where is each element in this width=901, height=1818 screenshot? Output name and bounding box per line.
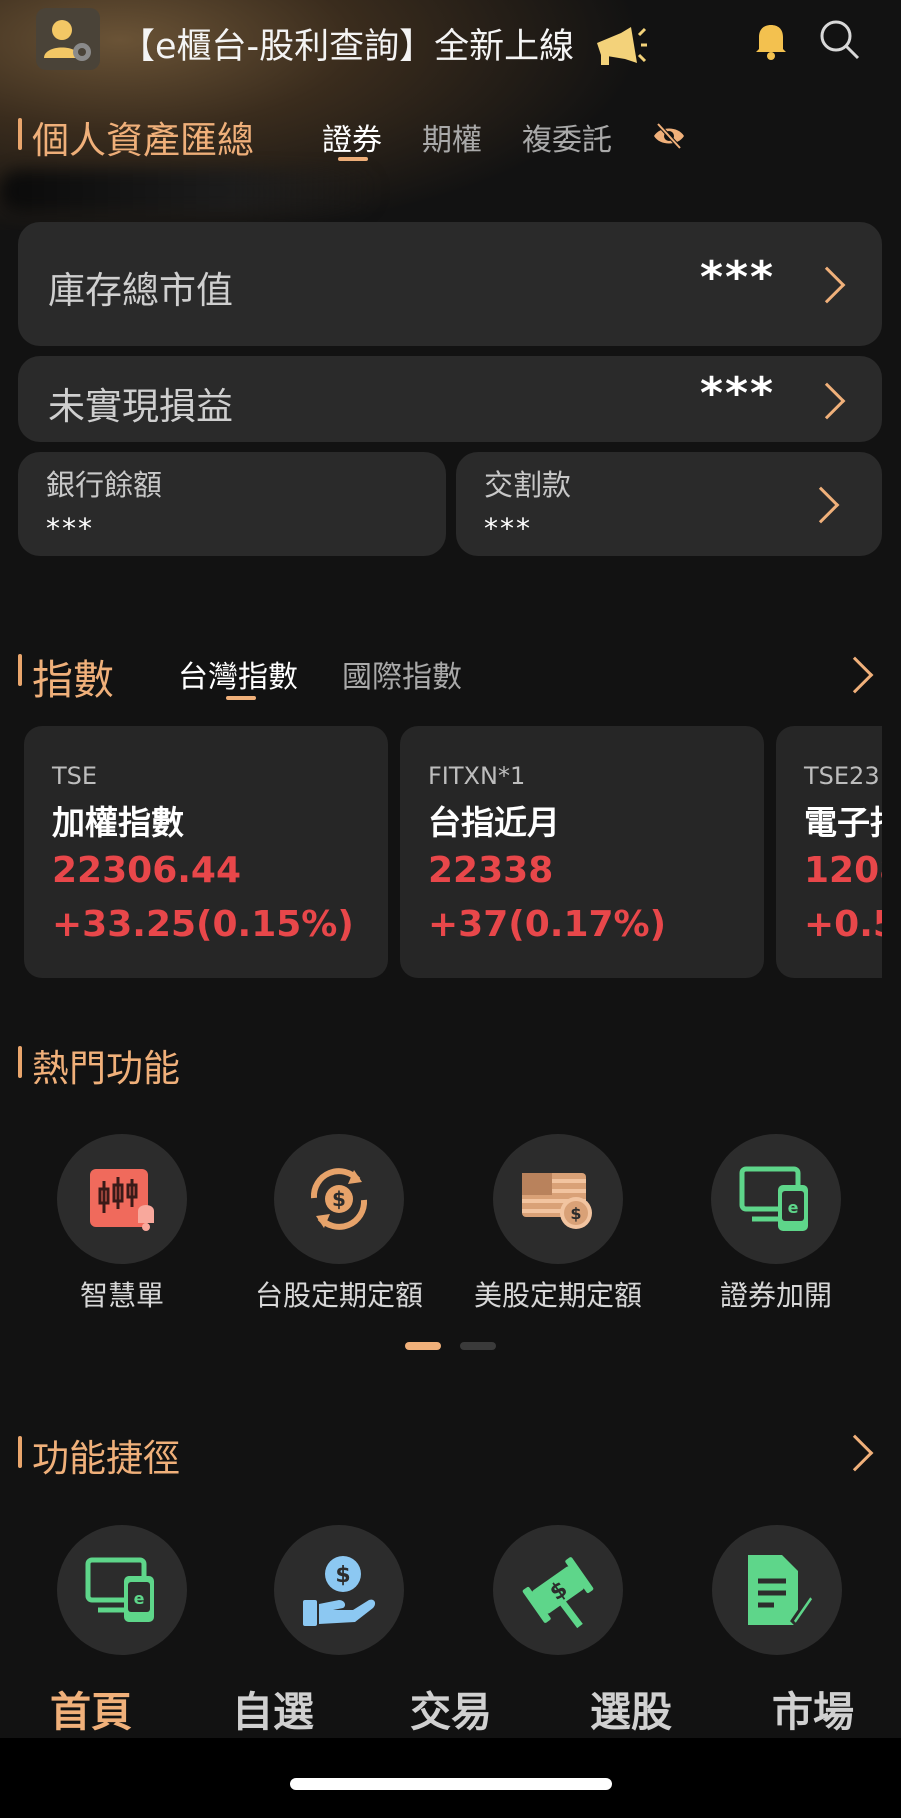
search-icon <box>820 20 860 60</box>
bell-icon <box>756 25 786 60</box>
chevron-right-icon <box>802 486 840 524</box>
chevron-right-icon <box>808 382 846 420</box>
index-name: 台指近月 <box>428 803 560 842</box>
hot-item-label: 美股定期定額 <box>473 1279 642 1312</box>
page-indicator[interactable] <box>460 1342 496 1350</box>
chevron-right-icon <box>808 266 846 304</box>
hot-functions-title: 熱門功能 <box>32 1047 180 1090</box>
assets-title: 個人資產匯總 <box>32 119 254 162</box>
unrealized-pnl-amount: *** <box>700 368 776 419</box>
document-edit-icon <box>748 1555 814 1628</box>
indices-title: 指數 <box>32 656 114 704</box>
announcement-marquee[interactable]: 【e櫃台-股利查詢】全新上線 <box>120 18 648 71</box>
tab-futures-options[interactable]: 期權 <box>422 115 482 159</box>
index-change: +37(0.17%) <box>428 904 667 945</box>
index-change: +0.5 <box>804 904 882 945</box>
icon-circle <box>57 1134 187 1264</box>
section-marker <box>18 654 22 686</box>
shortcut-securities-open[interactable]: e <box>57 1525 187 1655</box>
recurring-dollar-icon: $ <box>310 1168 368 1230</box>
unrealized-pnl-label: 未實現損益 <box>48 385 233 428</box>
index-code: TSE <box>52 762 98 790</box>
index-card[interactable]: TSE23 電子指 1208 +0.5 <box>776 726 882 978</box>
hot-item-smart-order[interactable]: 智慧單 <box>22 1134 222 1314</box>
tab-underline <box>226 696 256 700</box>
nav-watchlist[interactable]: 自選 <box>232 1678 314 1738</box>
svg-text:$: $ <box>335 1563 350 1588</box>
nav-market[interactable]: 市場 <box>772 1678 854 1738</box>
settlement-card[interactable]: 交割款 *** <box>456 452 882 556</box>
bank-balance-card[interactable]: 銀行餘額 *** <box>18 452 446 556</box>
settlement-amount: *** <box>484 512 532 545</box>
e-device-icon: e <box>85 1557 154 1622</box>
auction-dollar-icon: $ <box>522 1557 594 1629</box>
notification-button[interactable] <box>748 16 794 62</box>
tab-taiwan-index[interactable]: 台灣指數 <box>178 652 298 696</box>
icon-circle: $ <box>493 1134 623 1264</box>
nav-stock-picker[interactable]: 選股 <box>590 1678 672 1738</box>
nav-trade[interactable]: 交易 <box>410 1678 492 1738</box>
index-change: +33.25(0.15%) <box>52 904 354 945</box>
search-button[interactable] <box>816 16 862 62</box>
index-code: TSE23 <box>804 762 880 790</box>
app-screen: 【e櫃台-股利查詢】全新上線 個人資產匯總 證券 期權 複委託 庫存總市值 **… <box>0 0 901 1818</box>
indices-more-chevron-icon[interactable] <box>836 656 874 694</box>
hot-item-label: 智慧單 <box>79 1279 164 1312</box>
svg-text:e: e <box>788 1198 799 1217</box>
user-settings-icon <box>44 20 91 61</box>
us-flag-coin-icon: $ <box>522 1173 592 1229</box>
index-card[interactable]: TSE 加權指數 22306.44 +33.25(0.15%) <box>24 726 388 978</box>
index-value: 1208 <box>804 850 882 891</box>
tab-international-index[interactable]: 國際指數 <box>342 652 462 696</box>
redacted-account-bar <box>0 170 380 212</box>
candlestick-alert-icon <box>90 1169 154 1231</box>
market-value-card[interactable]: 庫存總市值 *** <box>18 222 882 346</box>
shortcuts-title: 功能捷徑 <box>32 1437 180 1480</box>
index-value: 22306.44 <box>52 850 242 891</box>
hot-item-securities-open[interactable]: e 證券加開 <box>676 1134 876 1314</box>
hot-item-label: 台股定期定額 <box>254 1279 423 1312</box>
index-value: 22338 <box>428 850 554 891</box>
eye-off-icon[interactable] <box>652 122 686 150</box>
svg-text:$: $ <box>570 1204 581 1223</box>
section-marker <box>18 1436 22 1468</box>
home-indicator[interactable] <box>290 1778 612 1790</box>
market-value-label: 庫存總市值 <box>48 269 233 312</box>
index-name: 電子指 <box>804 803 882 842</box>
svg-text:$: $ <box>332 1187 346 1211</box>
svg-text:e: e <box>134 1589 145 1608</box>
hot-item-tw-regular-invest[interactable]: $ 台股定期定額 <box>239 1134 439 1314</box>
shortcut-hand-coin[interactable]: $ <box>274 1525 404 1655</box>
nav-home[interactable]: 首頁 <box>50 1678 132 1738</box>
megaphone-icon <box>597 27 648 65</box>
section-marker <box>18 118 22 150</box>
index-code: FITXN*1 <box>428 762 526 790</box>
hot-item-label: 證券加開 <box>719 1279 832 1312</box>
market-value-amount: *** <box>700 252 776 303</box>
tab-securities[interactable]: 證券 <box>322 115 382 159</box>
shortcuts-more-chevron-icon[interactable] <box>836 1434 874 1472</box>
settlement-label: 交割款 <box>484 468 572 502</box>
unrealized-pnl-card[interactable]: 未實現損益 *** <box>18 356 882 442</box>
shortcut-document[interactable] <box>712 1525 842 1655</box>
bottom-nav: 首頁 自選 交易 選股 市場 <box>0 1664 901 1742</box>
announcement-text: 【e櫃台-股利查詢】全新上線 <box>120 27 575 67</box>
bank-balance-label: 銀行餘額 <box>46 468 163 502</box>
bank-balance-amount: *** <box>46 512 94 545</box>
avatar-settings-button[interactable] <box>36 8 100 70</box>
index-card[interactable]: FITXN*1 台指近月 22338 +37(0.17%) <box>400 726 764 978</box>
page-indicator-active <box>405 1342 441 1350</box>
shortcut-auction[interactable]: $ <box>493 1525 623 1655</box>
section-marker <box>18 1046 22 1078</box>
tab-underline <box>338 157 368 161</box>
icon-circle: $ <box>274 1134 404 1264</box>
hot-item-us-regular-invest[interactable]: $ 美股定期定額 <box>458 1134 658 1314</box>
hand-coin-icon: $ <box>303 1556 376 1626</box>
index-carousel[interactable]: TSE 加權指數 22306.44 +33.25(0.15%) FITXN*1 … <box>0 726 882 978</box>
index-name: 加權指數 <box>52 803 184 842</box>
icon-circle: e <box>711 1134 841 1264</box>
tab-sub-brokerage[interactable]: 複委託 <box>522 115 612 159</box>
e-device-icon: e <box>739 1166 808 1231</box>
